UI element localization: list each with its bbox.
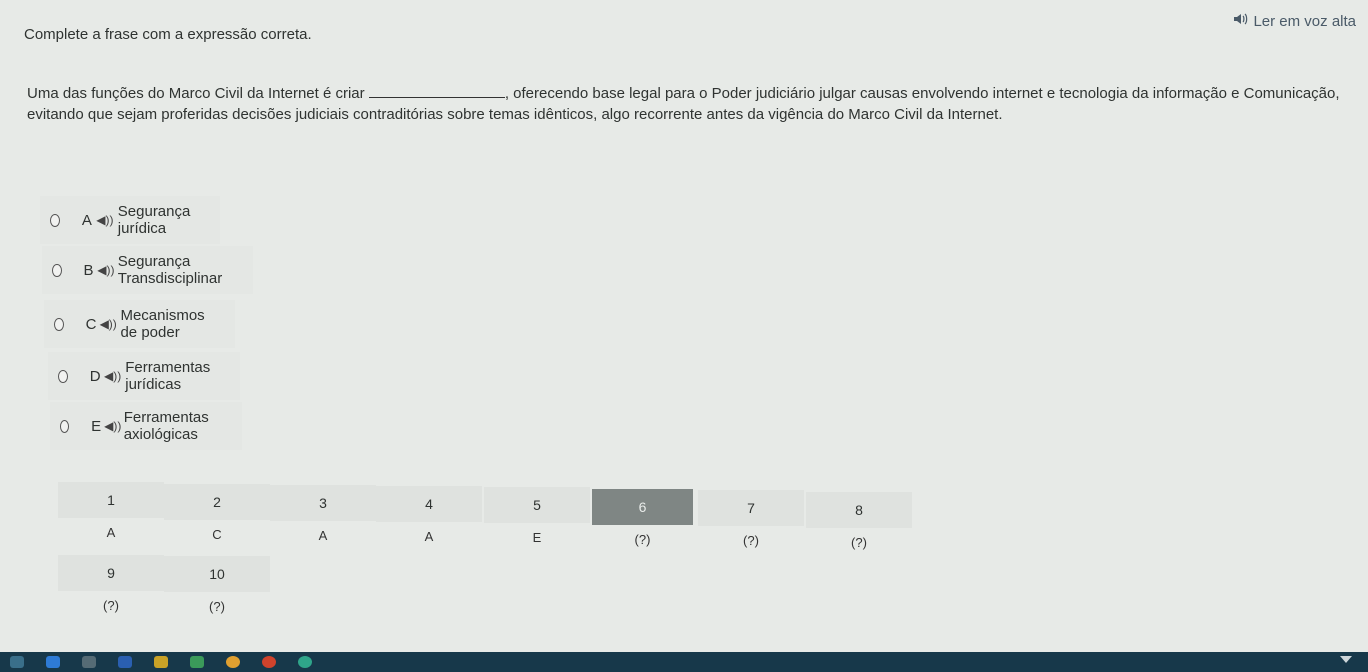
question-blank (368, 85, 505, 98)
opera-icon[interactable] (262, 656, 276, 668)
read-aloud-button[interactable]: Ler em voz alta (1233, 12, 1356, 30)
radio-button[interactable] (60, 419, 70, 433)
question-nav-3[interactable]: 3 A (270, 485, 376, 551)
question-number: 7 (698, 490, 804, 526)
question-answer: E (532, 530, 542, 545)
folder-icon[interactable] (154, 656, 168, 668)
question-answer: (?) (103, 598, 119, 613)
question-nav-8[interactable]: 8 (?) (806, 492, 912, 558)
question-number: 8 (806, 492, 912, 528)
question-nav-4[interactable]: 4 A (376, 486, 482, 552)
speaker-icon (1233, 12, 1249, 30)
question-answer: A (424, 529, 434, 544)
speaker-icon[interactable]: ◀︎)) (104, 369, 125, 383)
apps-icon[interactable] (82, 656, 96, 668)
browser-icon[interactable] (46, 656, 60, 668)
speaker-icon[interactable]: ◀︎)) (97, 263, 118, 277)
question-text: Uma das funções do Marco Civil da Intern… (27, 83, 1357, 125)
radio-button[interactable] (50, 213, 60, 227)
question-nav-5[interactable]: 5 E (484, 487, 590, 553)
question-answer: A (318, 528, 328, 543)
chevron-down-icon[interactable] (1340, 656, 1352, 663)
question-answer: A (106, 525, 116, 540)
question-answer: (?) (851, 535, 867, 550)
option-e[interactable]: E ◀︎)) Ferramentas axiológicas (50, 402, 243, 450)
option-letter: E (91, 417, 102, 435)
option-letter: D (89, 367, 101, 385)
start-icon[interactable] (10, 656, 24, 668)
option-c[interactable]: C ◀︎)) Mecanismos de poder (44, 300, 236, 348)
option-text: Segurança Transdisciplinar (117, 253, 223, 287)
question-answer: (?) (634, 532, 651, 547)
question-nav-9[interactable]: 9 (?) (58, 555, 164, 621)
option-text: Ferramentas axiológicas (123, 409, 209, 443)
question-nav-6[interactable]: 6 (?) (592, 489, 693, 555)
speaker-icon[interactable]: ◀︎)) (96, 213, 118, 227)
question-number: 9 (58, 555, 164, 591)
option-d[interactable]: D ◀︎)) Ferramentas jurídicas (48, 352, 241, 400)
option-letter: A (81, 211, 92, 229)
question-answer: (?) (743, 533, 759, 548)
radio-button[interactable] (52, 263, 62, 277)
question-number: 5 (484, 487, 590, 523)
question-number: 6 (592, 489, 693, 525)
option-text: Ferramentas jurídicas (125, 359, 211, 393)
edge-icon[interactable] (298, 656, 312, 668)
question-answer: (?) (209, 599, 225, 614)
option-b[interactable]: B ◀︎)) Segurança Transdisciplinar (42, 246, 254, 294)
option-letter: C (85, 315, 97, 333)
question-answer: C (212, 527, 222, 542)
taskbar (0, 652, 1368, 672)
read-aloud-label: Ler em voz alta (1253, 12, 1356, 30)
question-number: 3 (270, 485, 376, 521)
radio-button[interactable] (58, 369, 68, 383)
option-text: Segurança jurídica (117, 203, 191, 237)
question-number: 2 (164, 484, 270, 520)
speaker-icon[interactable]: ◀︎)) (104, 419, 124, 433)
question-number: 1 (58, 482, 164, 518)
option-letter: B (83, 261, 94, 279)
question-before-blank: Uma das funções do Marco Civil da Intern… (27, 85, 365, 102)
option-text: Mecanismos de poder (120, 307, 205, 341)
question-number: 4 (376, 486, 482, 522)
question-nav-1[interactable]: 1 A (58, 482, 164, 548)
app-icon[interactable] (190, 656, 204, 668)
question-nav-2[interactable]: 2 C (164, 484, 270, 550)
question-nav-7[interactable]: 7 (?) (698, 490, 804, 556)
question-nav-10[interactable]: 10 (?) (164, 556, 270, 622)
speaker-icon[interactable]: ◀︎)) (100, 317, 121, 331)
outlook-icon[interactable] (118, 656, 132, 668)
option-a[interactable]: A ◀︎)) Segurança jurídica (40, 196, 220, 244)
radio-button[interactable] (54, 317, 64, 331)
instruction-text: Complete a frase com a expressão correta… (24, 26, 312, 43)
chrome-icon[interactable] (226, 656, 240, 668)
question-number: 10 (164, 556, 270, 592)
